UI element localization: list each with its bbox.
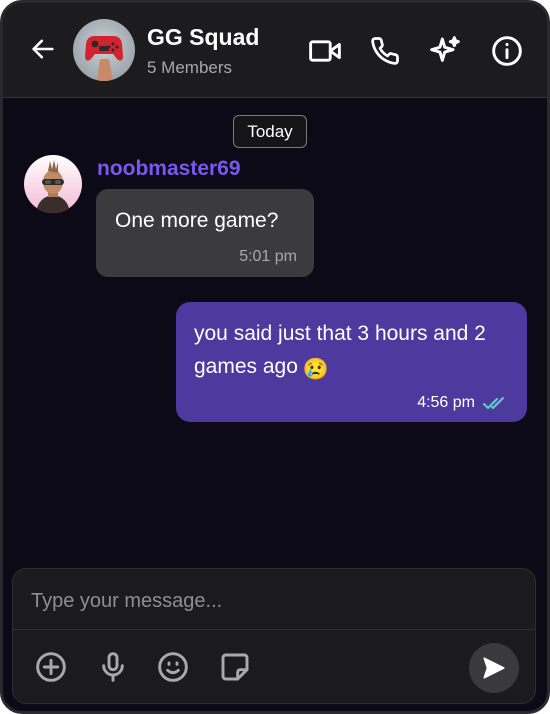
crying-face-emoji: 😢	[302, 358, 330, 381]
message-composer	[12, 568, 536, 704]
sender-name[interactable]: noobmaster69	[97, 157, 241, 181]
chat-screen: GG Squad 5 Members Today noobmaster69 On…	[0, 0, 550, 714]
incoming-message[interactable]: One more game? 5:01 pm	[96, 189, 314, 277]
person-avatar-image	[36, 160, 70, 213]
message-time: 4:56 pm	[417, 394, 475, 411]
chat-header: GG Squad 5 Members	[3, 3, 547, 98]
phone-icon	[371, 37, 399, 65]
sender-avatar[interactable]	[24, 155, 82, 213]
video-call-button[interactable]	[307, 33, 343, 69]
info-icon	[492, 36, 522, 66]
emoji-icon	[158, 652, 188, 682]
group-avatar[interactable]	[73, 19, 135, 81]
message-input[interactable]	[31, 583, 511, 619]
voice-call-button[interactable]	[367, 33, 403, 69]
sticker-button[interactable]	[219, 651, 251, 688]
microphone-icon	[102, 652, 124, 682]
outgoing-message[interactable]: you said just that 3 hours and 2 games a…	[176, 302, 527, 422]
day-separator: Today	[233, 115, 307, 148]
message-time: 5:01 pm	[239, 248, 297, 265]
voice-message-button[interactable]	[97, 651, 129, 688]
sparkles-icon	[430, 36, 460, 62]
message-text: One more game?	[115, 209, 279, 232]
double-check-icon	[483, 397, 504, 409]
add-attachment-button[interactable]	[35, 651, 67, 688]
emoji-button[interactable]	[157, 651, 189, 688]
send-icon	[483, 657, 505, 679]
message-text: you said just that 3 hours and 2 games a…	[194, 322, 486, 378]
message-text-container: you said just that 3 hours and 2 games a…	[194, 317, 519, 386]
send-button[interactable]	[469, 643, 519, 693]
gamepad-photo	[85, 36, 123, 81]
composer-divider	[13, 629, 535, 630]
back-arrow-icon	[32, 39, 54, 59]
add-icon	[36, 652, 66, 682]
chat-title[interactable]: GG Squad	[147, 24, 259, 51]
member-count: 5 Members	[147, 58, 233, 77]
sticker-icon	[221, 653, 249, 681]
video-camera-icon	[309, 40, 341, 62]
chat-info-button[interactable]	[489, 33, 525, 69]
back-button[interactable]	[27, 33, 59, 65]
ai-assist-button[interactable]	[427, 33, 463, 69]
